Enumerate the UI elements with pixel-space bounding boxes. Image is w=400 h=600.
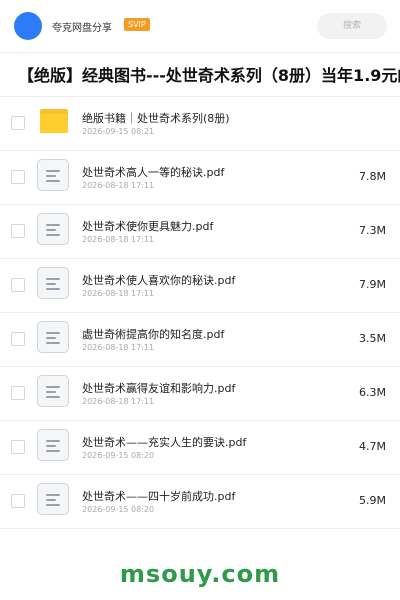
item-checkbox[interactable] [11, 332, 25, 346]
item-checkbox[interactable] [11, 494, 25, 508]
item-name[interactable]: 處世奇術提高你的知名度.pdf [82, 326, 224, 342]
item-date: 2026-08-18 17:11 [82, 343, 155, 352]
document-icon [37, 375, 69, 407]
list-item[interactable]: 处世奇术使你更具魅力.pdf 2026-08-18 17:11 7.3M [0, 205, 400, 259]
document-icon [37, 429, 69, 461]
top-bar: 夸克网盘分享 SVIP 搜索 [0, 0, 400, 53]
item-size: 7.3M [359, 224, 386, 237]
document-icon [37, 483, 69, 515]
item-size: 7.9M [359, 278, 386, 291]
search-input[interactable]: 搜索 [317, 13, 387, 39]
folder-icon [40, 109, 68, 133]
document-icon [37, 267, 69, 299]
item-size: 5.9M [359, 494, 386, 507]
document-icon [37, 159, 69, 191]
item-size: 3.5M [359, 332, 386, 345]
svip-badge: SVIP [124, 18, 150, 31]
item-name[interactable]: 绝版书籍｜处世奇术系列(8册) [82, 110, 230, 126]
item-checkbox[interactable] [11, 278, 25, 292]
list-item[interactable]: 处世奇术赢得友谊和影响力.pdf 2026-08-18 17:11 6.3M [0, 367, 400, 421]
document-icon [37, 213, 69, 245]
item-checkbox[interactable] [11, 224, 25, 238]
item-name[interactable]: 处世奇术——充实人生的要诀.pdf [82, 434, 246, 450]
item-date: 2026-08-18 17:11 [82, 235, 155, 244]
item-checkbox[interactable] [11, 386, 25, 400]
item-date: 2026-09-15 08:20 [82, 505, 155, 514]
item-size: 4.7M [359, 440, 386, 453]
item-name[interactable]: 处世奇术使人喜欢你的秘诀.pdf [82, 272, 235, 288]
list-item[interactable]: 处世奇术高人一等的秘诀.pdf 2026-08-18 17:11 7.8M [0, 151, 400, 205]
share-title: 【绝版】经典图书---处世奇术系列（8册）当年1.9元的书十分难得 [18, 66, 400, 85]
list-item[interactable]: 处世奇术——四十岁前成功.pdf 2026-09-15 08:20 5.9M [0, 475, 400, 529]
list-item[interactable]: 绝版书籍｜处世奇术系列(8册) 2026-09-15 08:21 [0, 97, 400, 151]
item-size: 6.3M [359, 386, 386, 399]
item-checkbox[interactable] [11, 440, 25, 454]
item-checkbox[interactable] [11, 170, 25, 184]
item-name[interactable]: 处世奇术——四十岁前成功.pdf [82, 488, 235, 504]
item-name[interactable]: 处世奇术高人一等的秘诀.pdf [82, 164, 224, 180]
item-name[interactable]: 处世奇术使你更具魅力.pdf [82, 218, 213, 234]
list-item[interactable]: 处世奇术——充实人生的要诀.pdf 2026-09-15 08:20 4.7M [0, 421, 400, 475]
item-date: 2026-08-18 17:11 [82, 181, 155, 190]
item-checkbox[interactable] [11, 116, 25, 130]
item-date: 2026-09-15 08:21 [82, 127, 155, 136]
item-name[interactable]: 处世奇术赢得友谊和影响力.pdf [82, 380, 235, 396]
item-size: 7.8M [359, 170, 386, 183]
list-item[interactable]: 处世奇术使人喜欢你的秘诀.pdf 2026-08-18 17:11 7.9M [0, 259, 400, 313]
sharer-name: 夸克网盘分享 [52, 23, 112, 34]
item-date: 2026-08-18 17:11 [82, 397, 155, 406]
list-item[interactable]: 處世奇術提高你的知名度.pdf 2026-08-18 17:11 3.5M [0, 313, 400, 367]
avatar[interactable] [14, 12, 42, 40]
item-date: 2026-08-18 17:11 [82, 289, 155, 298]
site-watermark: msouy.com [119, 560, 281, 588]
document-icon [37, 321, 69, 353]
row-divider [0, 528, 400, 529]
item-date: 2026-09-15 08:20 [82, 451, 155, 460]
